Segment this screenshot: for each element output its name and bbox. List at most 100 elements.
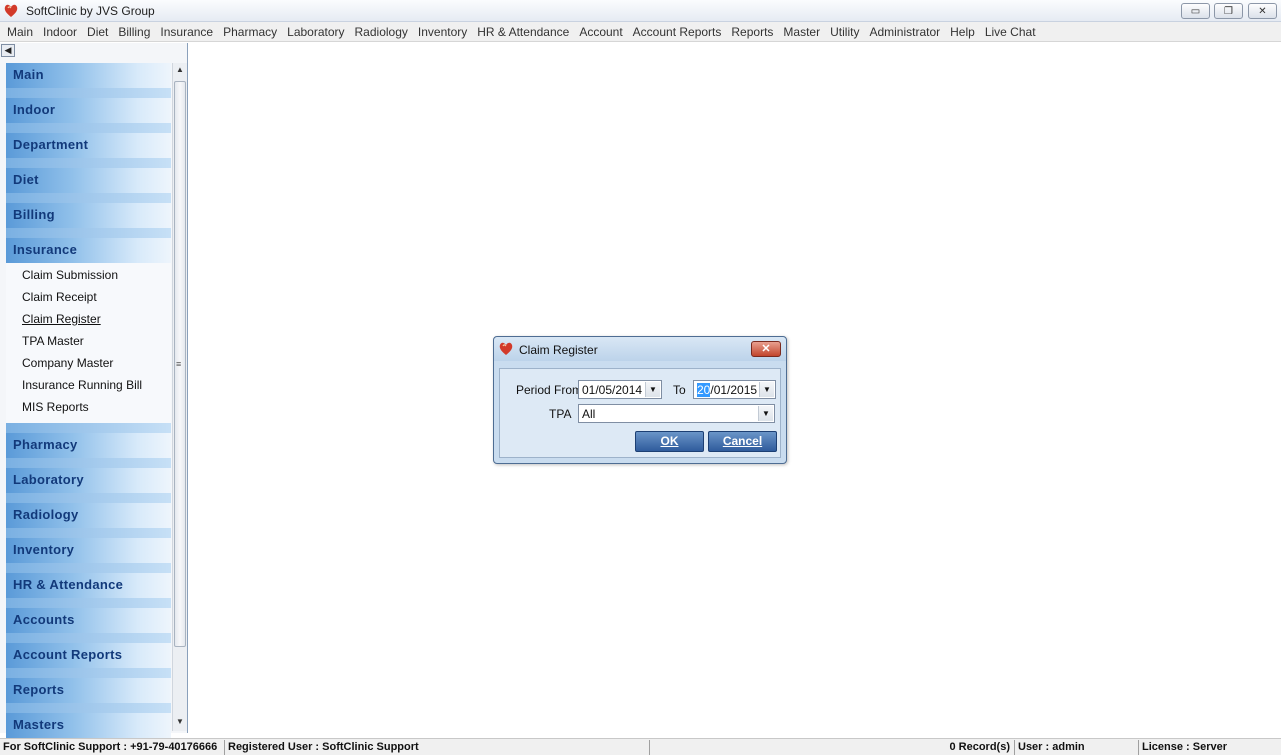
- nav-section-divider: [6, 493, 171, 503]
- restore-button[interactable]: ❐: [1214, 3, 1243, 19]
- nav-section-divider: [6, 423, 171, 433]
- nav-section-divider: [6, 158, 171, 168]
- nav-section-accounts[interactable]: Accounts: [6, 608, 171, 633]
- nav-section-laboratory[interactable]: Laboratory: [6, 468, 171, 493]
- nav-section-account-reports[interactable]: Account Reports: [6, 643, 171, 668]
- nav-section-main[interactable]: Main: [6, 63, 171, 88]
- menu-item-laboratory[interactable]: Laboratory: [282, 22, 349, 41]
- scroll-down-icon[interactable]: ▼: [173, 715, 187, 729]
- period-from-label: Period From: [516, 383, 583, 397]
- menu-item-help[interactable]: Help: [945, 22, 980, 41]
- menu-item-account[interactable]: Account: [574, 22, 627, 41]
- nav-section-divider: [6, 633, 171, 643]
- period-from-date-picker[interactable]: 01/05/2014 ▼: [578, 380, 662, 399]
- tpa-label: TPA: [549, 407, 572, 421]
- heart-logo-icon: [4, 4, 18, 17]
- menu-item-main[interactable]: Main: [2, 22, 38, 41]
- nav-section-pharmacy[interactable]: Pharmacy: [6, 433, 171, 458]
- period-from-value: 01/05/2014: [582, 383, 643, 397]
- sidebar-item-tpa-master[interactable]: TPA Master: [6, 331, 171, 353]
- sidebar-item-insurance-running-bill[interactable]: Insurance Running Bill: [6, 375, 171, 397]
- navigation-list: Main Indoor Department Diet Billing Insurance…: [6, 63, 171, 738]
- insurance-submenu: Claim Submission Claim Receipt Claim Regis…: [6, 263, 171, 423]
- minimize-icon: ▭: [1190, 5, 1201, 17]
- registered-user: Registered User : SoftClinic Support: [224, 740, 648, 755]
- sidebar-item-mis-reports[interactable]: MIS Reports: [6, 397, 171, 419]
- nav-section-divider: [6, 123, 171, 133]
- close-icon: ✕: [1258, 5, 1267, 17]
- nav-section-department[interactable]: Department: [6, 133, 171, 158]
- period-to-date-picker[interactable]: 20/01/2015 ▼: [693, 380, 776, 399]
- dialog-body: Period From 01/05/2014 ▼ To 20/01/2015 ▼…: [499, 368, 781, 458]
- nav-section-diet[interactable]: Diet: [6, 168, 171, 193]
- chevron-down-icon[interactable]: ▼: [759, 382, 774, 397]
- dialog-title-bar[interactable]: Claim Register ✕: [494, 337, 786, 361]
- nav-section-hr-attendance[interactable]: HR & Attendance: [6, 573, 171, 598]
- title-bar: SoftClinic by JVS Group ▭ ❐ ✕: [0, 0, 1281, 22]
- restore-icon: ❐: [1224, 5, 1233, 17]
- nav-section-billing[interactable]: Billing: [6, 203, 171, 228]
- nav-section-divider: [6, 598, 171, 608]
- record-count: 0 Record(s): [649, 740, 1013, 755]
- nav-section-divider: [6, 563, 171, 573]
- menu-item-administrator[interactable]: Administrator: [864, 22, 945, 41]
- arrow-left-icon: ◀: [4, 45, 12, 55]
- chevron-down-icon[interactable]: ▼: [758, 406, 773, 421]
- menu-item-billing[interactable]: Billing: [113, 22, 155, 41]
- close-window-button[interactable]: ✕: [1248, 3, 1277, 19]
- sidebar-item-claim-receipt[interactable]: Claim Receipt: [6, 287, 171, 309]
- nav-section-divider: [6, 528, 171, 538]
- nav-section-divider: [6, 458, 171, 468]
- nav-section-divider: [6, 193, 171, 203]
- nav-section-divider: [6, 88, 171, 98]
- dialog-close-button[interactable]: ✕: [751, 341, 781, 357]
- sidebar-item-company-master[interactable]: Company Master: [6, 353, 171, 375]
- nav-section-radiology[interactable]: Radiology: [6, 503, 171, 528]
- to-label: To: [673, 383, 686, 397]
- tpa-value: All: [582, 407, 596, 421]
- menu-item-pharmacy[interactable]: Pharmacy: [218, 22, 282, 41]
- menu-item-inventory[interactable]: Inventory: [413, 22, 472, 41]
- menu-item-indoor[interactable]: Indoor: [38, 22, 82, 41]
- close-icon: ✕: [761, 343, 771, 355]
- sidebar-scrollbar[interactable]: ▲ ≡ ▼: [172, 63, 187, 731]
- menu-item-master[interactable]: Master: [778, 22, 825, 41]
- window-title: SoftClinic by JVS Group: [26, 4, 155, 18]
- selected-day-text: 20: [697, 383, 711, 397]
- menu-item-insurance[interactable]: Insurance: [155, 22, 218, 41]
- nav-section-divider: [6, 668, 171, 678]
- menu-bar: Main Indoor Diet Billing Insurance Pharmacy La…: [0, 22, 1281, 42]
- ok-button[interactable]: OK: [635, 431, 704, 452]
- grip-icon: ≡: [176, 359, 182, 369]
- sidebar: ◀ Main Indoor Department Diet Billing Insuran…: [0, 43, 188, 738]
- nav-section-inventory[interactable]: Inventory: [6, 538, 171, 563]
- scroll-up-icon[interactable]: ▲: [173, 63, 187, 77]
- menu-item-hr-attendance[interactable]: HR & Attendance: [472, 22, 574, 41]
- tpa-select[interactable]: All ▼: [578, 404, 775, 423]
- menu-item-reports[interactable]: Reports: [726, 22, 778, 41]
- minimize-button[interactable]: ▭: [1181, 3, 1210, 19]
- nav-section-indoor[interactable]: Indoor: [6, 98, 171, 123]
- period-to-value: 20/01/2015: [697, 383, 757, 397]
- license-info: License : Server: [1138, 740, 1281, 755]
- period-to-rest: /01/2015: [710, 383, 758, 397]
- nav-section-reports[interactable]: Reports: [6, 678, 171, 703]
- sidebar-item-claim-register[interactable]: Claim Register: [6, 309, 171, 331]
- cancel-button[interactable]: Cancel: [708, 431, 777, 452]
- menu-item-live-chat[interactable]: Live Chat: [980, 22, 1041, 41]
- nav-section-insurance[interactable]: Insurance: [6, 238, 171, 263]
- chevron-down-icon[interactable]: ▼: [645, 382, 660, 397]
- menu-item-radiology[interactable]: Radiology: [350, 22, 413, 41]
- menu-item-utility[interactable]: Utility: [825, 22, 864, 41]
- menu-item-diet[interactable]: Diet: [82, 22, 113, 41]
- heart-logo-icon: [499, 342, 513, 355]
- support-contact: For SoftClinic Support : +91-79-40176666: [3, 741, 218, 753]
- nav-section-masters[interactable]: Masters: [6, 713, 171, 738]
- collapse-sidebar-button[interactable]: ◀: [1, 44, 15, 57]
- claim-register-dialog: Claim Register ✕ Period From 01/05/2014 …: [493, 336, 787, 464]
- sidebar-item-claim-submission[interactable]: Claim Submission: [6, 265, 171, 287]
- dialog-title: Claim Register: [519, 343, 598, 357]
- current-user: User : admin: [1014, 740, 1138, 755]
- menu-item-account-reports[interactable]: Account Reports: [628, 22, 727, 41]
- status-bar: For SoftClinic Support : +91-79-40176666…: [0, 738, 1281, 755]
